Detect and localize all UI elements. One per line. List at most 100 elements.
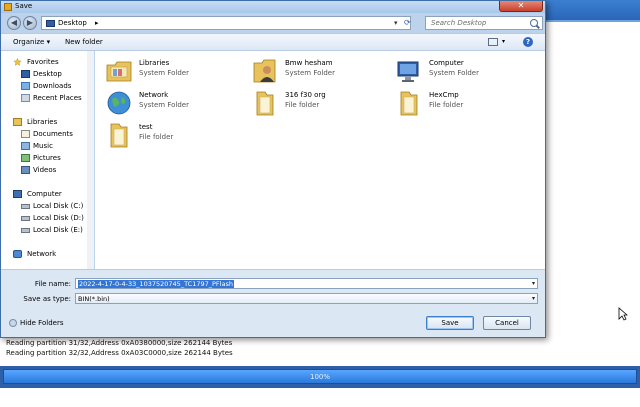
address-bar[interactable]: Desktop ▸ ▾ ⟳ [41,16,411,30]
nav-label: Libraries [27,118,58,126]
view-dropdown-icon[interactable]: ▾ [502,38,505,45]
help-icon[interactable]: ? [523,37,533,47]
nav-label: Music [33,142,53,150]
hide-folders-button[interactable]: Hide Folders [9,319,63,327]
close-button[interactable]: ✕ [499,1,543,12]
file-item-computer[interactable]: Computer System Folder [395,57,535,89]
save-button[interactable]: Save [426,316,474,330]
savetype-select[interactable]: BIN(*.bin) ▾ [75,293,538,304]
nav-label: Computer [27,190,62,198]
back-button[interactable]: ◀ [7,16,21,30]
downloads-icon [21,82,30,90]
disk-icon [21,204,30,209]
nav-label: Favorites [27,58,59,66]
file-type: System Folder [139,69,189,77]
desktop-icon [21,70,30,78]
progress-label: 100% [309,373,330,381]
search-box[interactable]: Search Desktop [425,16,543,30]
file-name: Libraries [139,59,170,67]
dialog-title-bar[interactable]: Save ✕ [1,1,545,13]
nav-label: Local Disk (D:) [33,214,84,222]
file-item-316-f30-org[interactable]: 316 f30 org File folder [251,89,391,121]
save-form: File name: 2022-4-17-0-4-33_1037520745_T… [1,269,545,309]
dialog-footer: Hide Folders Save Cancel [1,309,545,337]
file-name: Network [139,91,169,99]
dialog-title: Save [15,2,33,10]
file-name: test [139,123,153,131]
nav-label: Pictures [33,154,61,162]
search-input[interactable]: Search Desktop [431,19,486,27]
toolbar: Organize ▾ New folder ▾ ? [1,33,545,51]
file-type: File folder [285,101,320,109]
log-line: Reading partition 32/32,Address 0xA03C00… [6,349,233,357]
nav-label: Recent Places [33,94,82,102]
nav-label: Network [27,250,57,258]
forward-button[interactable]: ▶ [23,16,37,30]
nav-label: Videos [33,166,57,174]
chevron-up-icon [9,319,17,327]
nav-label: Downloads [33,82,72,90]
hide-folders-label: Hide Folders [20,319,64,327]
computer-icon [13,190,22,198]
mouse-cursor-icon [618,307,628,321]
file-type: System Folder [139,101,189,109]
star-icon [13,58,22,66]
file-type: System Folder [429,69,479,77]
file-type: File folder [429,101,464,109]
file-name: Computer [429,59,464,67]
filename-input[interactable]: 2022-4-17-0-4-33_1037520745_TC1797_PFlas… [75,278,538,289]
breadcrumb-chevron-icon[interactable]: ▸ [95,19,99,27]
navigation-pane: Favorites Desktop Downloads Recent Place… [1,51,94,269]
file-name: Bmw hesham [285,59,333,67]
background-bottom [0,388,640,407]
folder-icon [256,91,274,116]
cancel-button[interactable]: Cancel [483,316,531,330]
filename-dropdown-icon[interactable]: ▾ [532,280,535,287]
search-icon[interactable] [530,19,538,27]
savetype-value: BIN(*.bin) [78,295,110,303]
file-name: HexCmp [429,91,459,99]
address-dropdown-icon[interactable]: ▾ [394,19,398,27]
libraries-folder-icon [106,61,132,82]
disk-icon [21,216,30,221]
file-list: Libraries System Folder Bmw hesham Syste… [95,51,545,269]
log-output: Reading partition 31/32,Address 0xA03800… [6,338,546,358]
filename-value[interactable]: 2022-4-17-0-4-33_1037520745_TC1797_PFlas… [78,280,234,288]
file-type: File folder [139,133,174,141]
log-line: Reading partition 31/32,Address 0xA03800… [6,339,233,347]
nav-scrollbar[interactable] [87,51,94,269]
file-item-libraries[interactable]: Libraries System Folder [105,57,245,89]
progress-bar-container: 100% [0,366,640,388]
libraries-icon [13,118,22,126]
view-options-icon[interactable] [488,38,498,46]
refresh-icon[interactable]: ⟳ [404,18,411,27]
nav-label: Local Disk (C:) [33,202,84,210]
file-type: System Folder [285,69,335,77]
file-item-network[interactable]: Network System Folder [105,89,245,121]
address-row: ◀ ▶ Desktop ▸ ▾ ⟳ Search Desktop [5,15,543,31]
nav-label: Local Disk (E:) [33,226,83,234]
savetype-label: Save as type: [23,295,71,303]
user-folder-icon [253,59,276,83]
computer-icon [397,61,419,82]
network-icon [13,250,22,258]
recent-places-icon [21,94,30,102]
nav-label: Documents [33,130,73,138]
folder-icon [400,91,418,116]
file-item-hexcmp[interactable]: HexCmp File folder [395,89,535,121]
app-icon [4,3,12,11]
savetype-dropdown-icon[interactable]: ▾ [532,295,535,302]
address-location[interactable]: Desktop [58,19,87,27]
new-folder-button[interactable]: New folder [65,38,103,46]
nav-label: Desktop [33,70,62,78]
pictures-icon [21,154,30,162]
organize-menu[interactable]: Organize ▾ [13,38,50,46]
network-globe-icon [107,91,131,115]
documents-icon [21,130,30,138]
file-item-bmw-hesham[interactable]: Bmw hesham System Folder [251,57,391,89]
file-item-test[interactable]: test File folder [105,121,245,153]
desktop-location-icon [46,20,55,27]
music-icon [21,142,30,150]
file-name: 316 f30 org [285,91,326,99]
progress-bar: 100% [3,369,637,384]
